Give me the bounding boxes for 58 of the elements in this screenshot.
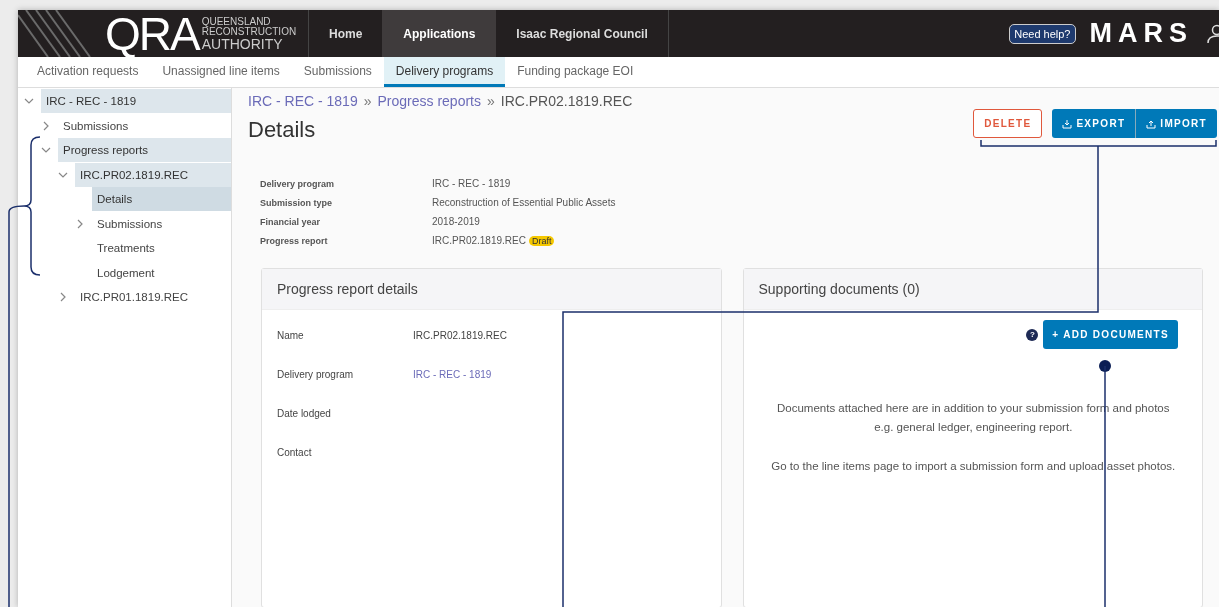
nav-tab[interactable]: Applications [382, 10, 497, 57]
breadcrumb-link[interactable]: IRC - REC - 1819 [248, 93, 358, 109]
tree-item[interactable]: Details [92, 187, 231, 212]
summary-value: 2018-2019 [432, 216, 480, 227]
summary-label: Financial year [260, 216, 322, 227]
field-value: IRC.PR02.1819.REC [413, 330, 508, 343]
help-icon[interactable]: ? [1026, 328, 1039, 341]
card-title: Progress report details [277, 281, 418, 297]
nav-tab[interactable]: Home [309, 10, 383, 57]
logo-text: QUEENSLAND [201, 16, 271, 27]
tree-item[interactable]: IRC.PR01.1819.REC [75, 285, 231, 310]
summary-value: IRC.PR02.1819.REC [432, 235, 526, 246]
field-label: Name [277, 330, 305, 343]
upload-icon [1146, 118, 1157, 129]
info-text: Go to the line items page to import a submission form and upload asset photos. [770, 459, 1177, 474]
page-title: Details [248, 117, 316, 143]
chevron-right-icon[interactable] [58, 292, 68, 303]
download-icon [1062, 118, 1073, 129]
field-link[interactable]: IRC - REC - 1819 [413, 369, 706, 408]
brand-logo: MARS [1089, 18, 1193, 49]
breadcrumb-separator: » [487, 93, 495, 109]
tree-item[interactable]: IRC - REC - 1819 [41, 89, 231, 114]
summary-label: Submission type [260, 197, 333, 208]
logo-mark: QRA [105, 10, 199, 57]
breadcrumb-separator: » [363, 93, 372, 109]
summary-value: IRC - REC - 1819 [432, 178, 511, 189]
subnav-tab[interactable]: Submissions [291, 57, 384, 87]
field-label: Date lodged [277, 408, 332, 421]
tree-item[interactable]: Submissions [58, 113, 231, 138]
breadcrumb-link[interactable]: Progress reports [377, 93, 481, 109]
summary-label: Delivery program [260, 178, 336, 189]
export-button[interactable]: EXPORT [1052, 109, 1137, 138]
import-button[interactable]: IMPORT [1136, 109, 1217, 138]
summary-label: Progress report [260, 235, 329, 246]
chevron-right-icon[interactable] [41, 120, 51, 131]
field-label: Contact [277, 447, 313, 460]
logo-text: AUTHORITY [201, 36, 284, 51]
tree-item[interactable]: Treatments [92, 236, 231, 261]
field-label: Delivery program [277, 369, 355, 382]
subnav-tab[interactable]: Unassigned line items [150, 57, 292, 87]
card-title: Supporting documents (0) [758, 281, 920, 297]
tree-item[interactable]: Progress reports [58, 138, 231, 163]
subnav-tab[interactable]: Funding package EOI [505, 57, 646, 87]
breadcrumb-current: IRC.PR02.1819.REC [500, 93, 633, 109]
tree-item[interactable]: Lodgement [92, 260, 231, 285]
nav-tab[interactable]: Isaac Regional Council [496, 10, 668, 57]
tree-item[interactable]: Submissions [92, 211, 231, 236]
status-badge: Draft [528, 235, 555, 246]
delete-button[interactable]: DELETE [973, 109, 1043, 138]
help-button[interactable]: Need help? [1009, 23, 1076, 44]
tree-item[interactable]: IRC.PR02.1819.REC [75, 162, 231, 187]
chevron-right-icon[interactable] [75, 218, 85, 229]
subnav-tab[interactable]: Delivery programs [383, 57, 506, 87]
subnav-tab[interactable]: Activation requests [25, 57, 151, 87]
add-documents-button[interactable]: + ADD DOCUMENTS [1043, 320, 1178, 349]
logo-text: RECONSTRUCTION [201, 26, 297, 37]
summary-value: Reconstruction of Essential Public Assets [432, 197, 616, 208]
user-icon[interactable] [1207, 23, 1219, 44]
